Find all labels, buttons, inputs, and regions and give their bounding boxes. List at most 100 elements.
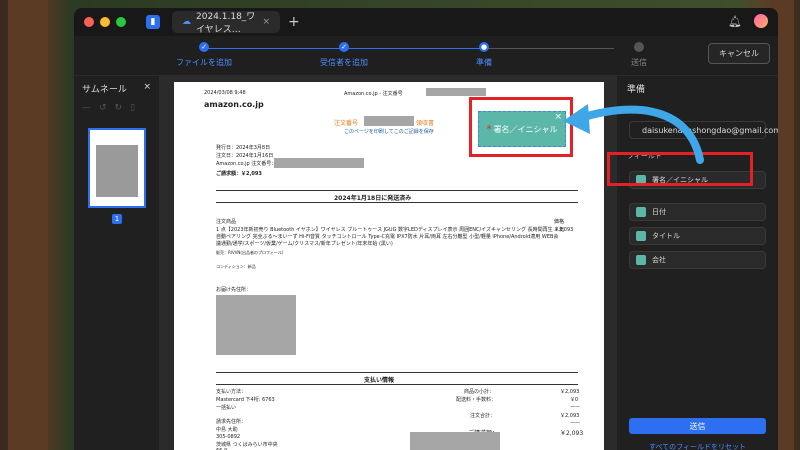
field-color-swatch (636, 207, 646, 217)
field-color-swatch (636, 255, 646, 265)
payment-title: 支払い情報 (364, 377, 395, 384)
price-header: 価格 (554, 219, 565, 225)
field-highlight-outline (607, 152, 753, 186)
grand-total-value: ￥2,093 (560, 430, 584, 437)
recipient-selector[interactable]: daisukenakashongdao@gmail.com (629, 121, 778, 139)
app-window: ▮ ☁ 2024.1.18_ワイヤレス… × + 🔔︎ ✓ ファイルを追加 ✓ … (74, 8, 778, 450)
recipient-email: daisukenakashongdao@gmail.com (642, 125, 778, 135)
dash: —— (570, 420, 580, 426)
total-label: ご請求額：￥2,093 (216, 171, 262, 177)
dash-icon[interactable]: — (82, 103, 99, 113)
tree-trunk (8, 0, 48, 450)
cancel-button[interactable]: キャンセル (708, 43, 770, 64)
billing-name: 中島 大助 (216, 427, 238, 433)
required-mark: * (486, 123, 492, 135)
signature-field[interactable]: * 署名／イニシャル × (478, 111, 566, 147)
pending-dot-icon (634, 42, 644, 52)
field-label: 日付 (652, 208, 666, 216)
billing-city: 茨城県 つくばみらい市中央 (216, 442, 278, 448)
item-price: ￥2,093 (554, 227, 574, 233)
thumbnail-redaction (96, 145, 138, 197)
thumbnail-panel-title: サムネール (82, 85, 127, 95)
field-company[interactable]: 会社 (629, 251, 766, 269)
redaction (216, 295, 296, 355)
order-total-label: 注文合計： (470, 413, 496, 419)
prepare-panel: 準備 受信者 daisukenakashongdao@gmail.com フィー… (616, 76, 778, 450)
step-add-recipient[interactable]: ✓ 受信者を追加 (320, 42, 368, 68)
rotate-right-icon[interactable]: ↻ (115, 103, 131, 113)
order-date: 注文日：2024年1月16日 (216, 153, 274, 159)
step-prepare[interactable]: ● 準備 (476, 42, 492, 68)
dash: —— (570, 404, 580, 410)
bell-icon[interactable]: 🔔︎ (728, 15, 742, 28)
avatar[interactable] (754, 14, 768, 28)
step-add-file[interactable]: ✓ ファイルを追加 (176, 42, 232, 68)
send-button[interactable]: 送信 (629, 418, 766, 434)
step-send[interactable]: 送信 (631, 42, 647, 68)
billing-label: 請求先住所： (216, 419, 247, 425)
step-label: 準備 (476, 58, 492, 67)
divider (216, 384, 578, 385)
billing-zip: 305-0892 (216, 434, 241, 440)
active-dot-icon: ● (479, 42, 489, 52)
shipping-value: ￥0 (570, 397, 579, 403)
redaction (364, 116, 414, 126)
close-icon[interactable]: × (554, 112, 562, 122)
issue-date: 発行日：2024年3月8日 (216, 145, 271, 151)
item-description: 議通勤/通学/スポーツ/仮業/ゲーム/クリスマス/新年プレゼント/年末年始 (黒… (216, 241, 393, 247)
check-icon: ✓ (199, 42, 209, 52)
field-date[interactable]: 日付 (629, 203, 766, 221)
pay-method-label: 支払い方法： (216, 389, 247, 395)
subtotal-label: 商品の小計： (464, 389, 495, 395)
items-header: 注文商品 (216, 219, 237, 225)
order-suffix: 領収書 (416, 120, 435, 127)
progress-steps: ✓ ファイルを追加 ✓ 受信者を追加 ● 準備 送信 キャンセル (74, 36, 778, 76)
window-controls (84, 17, 126, 27)
thumbnail-panel: サムネール × —↺↻▯ 1 (74, 76, 160, 450)
tab-close-icon[interactable]: × (262, 17, 270, 27)
field-label: 会社 (652, 256, 666, 264)
zoom-window-button[interactable] (116, 17, 126, 27)
order-total-value: ￥2,093 (560, 413, 580, 419)
shipping-label: 配送料・手数料： (456, 397, 497, 403)
amazon-logo: amazon.co.jp (204, 100, 264, 109)
order-number-label: Amazon.co.jp 注文番号： (216, 161, 277, 167)
document-tab[interactable]: ☁ 2024.1.18_ワイヤレス… × (172, 11, 280, 35)
subtotal-value: ￥2,093 (560, 389, 580, 395)
close-icon[interactable]: × (143, 82, 151, 95)
step-label: 送信 (631, 58, 647, 67)
reset-fields-link[interactable]: すべてのフィールドをリセット (617, 442, 778, 450)
shipped-title: 2024年1月18日に発送済み (334, 195, 412, 202)
pay-once: 一括払い (216, 405, 237, 411)
rotate-left-icon[interactable]: ↺ (99, 103, 115, 113)
trash-icon[interactable]: ▯ (130, 103, 143, 113)
new-tab-button[interactable]: + (288, 14, 300, 30)
doc-date-time: 2024/03/08 9:48 (204, 90, 246, 96)
check-icon: ✓ (339, 42, 349, 52)
app-logo-icon: ▮ (146, 15, 160, 29)
prepare-title: 準備 (627, 85, 646, 95)
page-number-badge: 1 (112, 214, 122, 224)
field-label: タイトル (652, 232, 680, 240)
divider (216, 372, 578, 373)
field-title[interactable]: タイトル (629, 227, 766, 245)
close-window-button[interactable] (84, 17, 94, 27)
page-thumbnail[interactable] (88, 128, 146, 208)
signature-field-label: 署名／イニシャル (493, 124, 558, 134)
print-link[interactable]: このページを印刷してこのご記録を保存 (344, 128, 434, 135)
step-label: ファイルを追加 (176, 58, 232, 67)
order-link[interactable]: 注文番号 (334, 118, 358, 127)
tab-title: 2024.1.18_ワイヤレス… (196, 12, 256, 35)
divider (216, 202, 578, 203)
redaction (274, 158, 364, 168)
seller: 販売：RIVVN(出品者のプロフィール) (216, 250, 284, 255)
redaction (410, 432, 500, 450)
minimize-window-button[interactable] (100, 17, 110, 27)
pay-method-value: Mastercard 下4桁: 6763 (216, 397, 275, 403)
recipient-label: 受信者 (627, 106, 648, 114)
condition: コンディション：新品 (216, 264, 256, 269)
cloud-icon: ☁ (182, 17, 191, 27)
divider (216, 190, 578, 191)
progress-line-pending (484, 48, 614, 49)
field-color-swatch (636, 231, 646, 241)
